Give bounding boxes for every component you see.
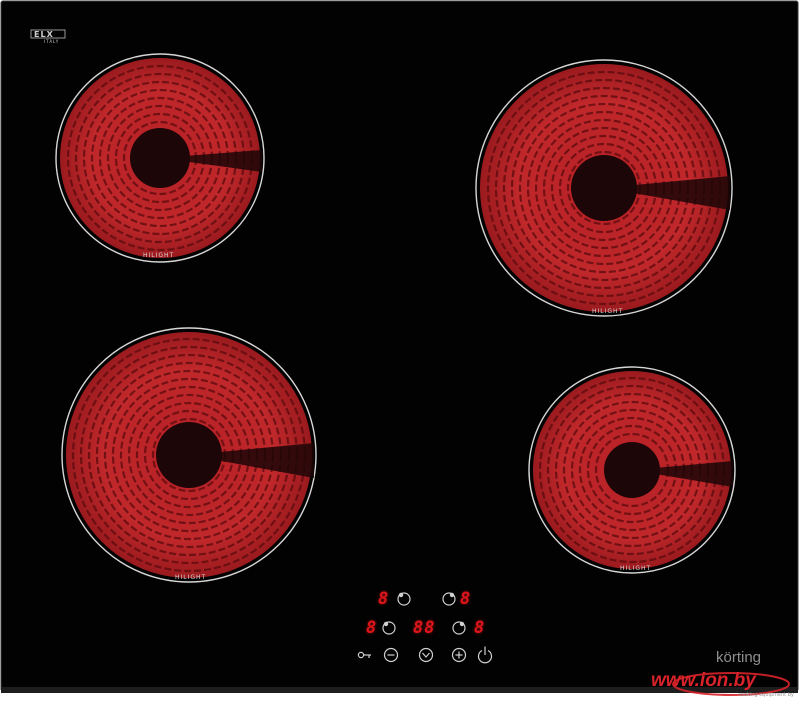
brand-logo: ELX [34, 30, 54, 39]
coil-center [571, 155, 637, 221]
coil-center [130, 128, 190, 188]
zone-display: 8 [460, 589, 472, 609]
zone-display: 8 [378, 589, 390, 609]
coil-center [156, 422, 222, 488]
burner-label: HILIGHT [620, 565, 652, 572]
cooktop-svg [0, 0, 799, 696]
watermark-brand: körting [716, 649, 762, 666]
brand-logo-subtitle: ITALY [44, 39, 60, 44]
zone-display: 8 [366, 618, 378, 638]
timer-display: 88 [413, 618, 436, 638]
cooktop-photo: ELX ITALY HILIGHT HILIGHT HILIGHT HILIGH… [0, 0, 800, 705]
zone-display: 8 [474, 618, 486, 638]
burner-label: HILIGHT [592, 308, 624, 315]
burner-label: HILIGHT [175, 574, 207, 581]
watermark-subtitle: cooking equipment by [738, 692, 794, 698]
coil-center [604, 442, 660, 498]
burner-label: HILIGHT [143, 252, 175, 259]
watermark-site: www.ion.by [651, 670, 756, 691]
